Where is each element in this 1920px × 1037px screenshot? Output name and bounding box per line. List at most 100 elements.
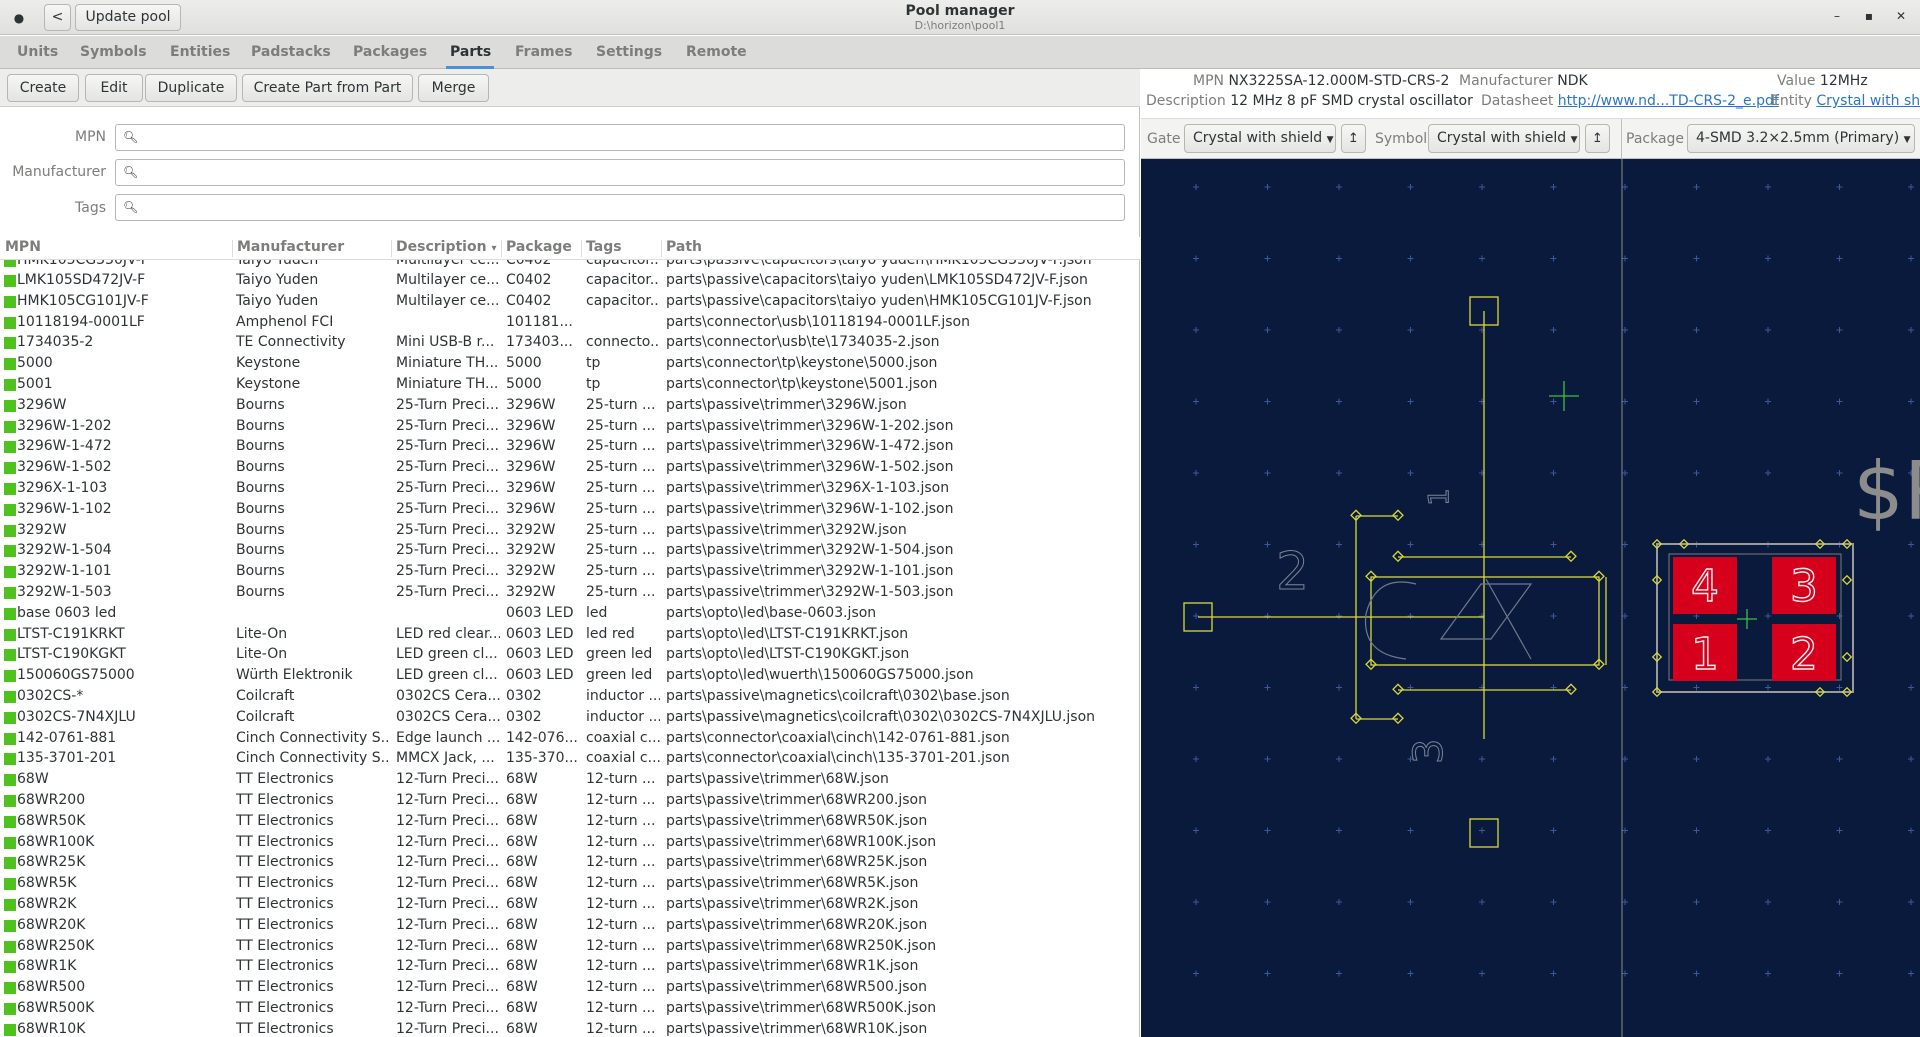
table-row[interactable]: 68WR2K TT Electronics 12-Turn Preci... 68W 1… xyxy=(0,894,1140,915)
table-row[interactable]: 3296W-1-202 Bourns 25-Turn Preci... 3296W 25… xyxy=(0,416,1140,437)
preview-svg[interactable]: 2 3 1 $R 4 3 1 xyxy=(1141,159,1920,1037)
column-header-tags[interactable]: Tags xyxy=(586,239,622,255)
status-indicator xyxy=(4,260,16,267)
table-row[interactable]: LTST-C191KRKT Lite-On LED red clear... 0603… xyxy=(0,624,1140,645)
cell-tags: inductor ... xyxy=(586,708,660,725)
column-header-mpn[interactable]: MPN xyxy=(5,239,41,255)
table-row[interactable]: 3296W-1-472 Bourns 25-Turn Preci... 3296W 25… xyxy=(0,436,1140,457)
table-row[interactable]: 68WR10K TT Electronics 12-Turn Preci... 68W… xyxy=(0,1019,1140,1037)
tags-search-input[interactable]: 🔍︎ xyxy=(115,194,1125,221)
cell-description: Mini USB-B r... xyxy=(396,334,495,351)
table-row[interactable]: LTST-C190KGKT Lite-On LED green cl... 0603 … xyxy=(0,644,1140,665)
table-row[interactable]: 3296W Bourns 25-Turn Preci... 3296W 25-turn … xyxy=(0,395,1140,416)
entity-link[interactable]: Crystal with sh xyxy=(1816,93,1920,109)
duplicate-button[interactable]: Duplicate xyxy=(145,74,237,102)
datasheet-link[interactable]: http://www.nd...TD-CRS-2_e.pdf xyxy=(1558,93,1779,109)
tab-parts[interactable]: Parts xyxy=(450,44,491,60)
table-row[interactable]: 142-0761-881 Cinch Connectivity S... Edge … xyxy=(0,728,1140,749)
cell-package: 68W xyxy=(506,854,538,871)
table-row[interactable]: 5001 Keystone Miniature TH... 5000 tp parts\c… xyxy=(0,374,1140,395)
table-row[interactable]: 0302CS-* Coilcraft 0302CS Cera... 0302 induc… xyxy=(0,686,1140,707)
merge-button[interactable]: Merge xyxy=(418,74,489,102)
gate-select[interactable]: Crystal with shield ▼ xyxy=(1184,124,1336,153)
column-header-package[interactable]: Package xyxy=(506,239,572,255)
symbol-swap-button[interactable]: ↥ xyxy=(1585,124,1610,153)
cell-package: 5000 xyxy=(506,376,542,392)
cell-manufacturer: TT Electronics xyxy=(236,875,334,892)
cell-description: 12-Turn Preci... xyxy=(396,854,499,871)
table-row[interactable]: 68W TT Electronics 12-Turn Preci... 68W 12-t… xyxy=(0,769,1140,790)
minimize-icon[interactable]: – xyxy=(1828,9,1846,23)
column-header-manufacturer[interactable]: Manufacturer xyxy=(237,239,344,255)
table-row[interactable]: 68WR50K TT Electronics 12-Turn Preci... 68W… xyxy=(0,811,1140,832)
table-row[interactable]: base 0603 led 0603 LED led parts\opto\led\b… xyxy=(0,603,1140,624)
symbol-select[interactable]: Crystal with shield ▼ xyxy=(1428,124,1580,153)
datasheet-info: Datasheet http://www.nd...TD-CRS-2_e.pdf xyxy=(1481,93,1779,109)
cell-tags: 25-turn ... xyxy=(586,396,656,413)
cell-description: 0302CS Cera... xyxy=(396,688,500,704)
table-row[interactable]: HMK105CG101JV-F Taiyo Yuden Multilayer ce.… xyxy=(0,291,1140,312)
column-header-description[interactable]: Description ▾ xyxy=(396,239,496,255)
gate-swap-button[interactable]: ↥ xyxy=(1341,124,1366,153)
cell-mpn: 68WR500K xyxy=(17,1000,95,1016)
close-icon[interactable]: ✕ xyxy=(1892,9,1910,23)
package-select[interactable]: 4-SMD 3.2×2.5mm (Primary) ▼ xyxy=(1687,124,1915,153)
create-button[interactable]: Create xyxy=(7,74,79,102)
table-row[interactable]: 68WR25K TT Electronics 12-Turn Preci... 68W… xyxy=(0,852,1140,873)
tab-frames[interactable]: Frames xyxy=(515,44,572,60)
cell-mpn: 3296X-1-103 xyxy=(17,480,108,496)
cell-path: parts\passive\trimmer\68WR500.json xyxy=(666,979,927,996)
tab-packages[interactable]: Packages xyxy=(353,44,427,60)
tab-entities[interactable]: Entities xyxy=(170,44,230,60)
table-row[interactable]: 68WR1K TT Electronics 12-Turn Preci... 68W 1… xyxy=(0,956,1140,977)
create-part-from-part-button[interactable]: Create Part from Part xyxy=(242,74,413,102)
cell-tags: capacitor... xyxy=(586,292,660,309)
tags-filter-label: Tags xyxy=(75,200,106,216)
table-row[interactable]: 5000 Keystone Miniature TH... 5000 tp parts\c… xyxy=(0,353,1140,374)
cell-package: 173403... xyxy=(506,334,573,351)
table-row[interactable]: 68WR20K TT Electronics 12-Turn Preci... 68W… xyxy=(0,915,1140,936)
cell-mpn: 0302CS-7N4XJLU xyxy=(17,708,136,725)
cell-mpn: 68WR20K xyxy=(17,916,86,933)
status-indicator xyxy=(4,857,16,870)
tab-remote[interactable]: Remote xyxy=(686,44,747,60)
table-row[interactable]: 3292W-1-503 Bourns 25-Turn Preci... 3292W 25… xyxy=(0,582,1140,603)
manufacturer-search-input[interactable]: 🔍︎ xyxy=(115,159,1125,186)
table-row[interactable]: 0302CS-7N4XJLU Coilcraft 0302CS Cera... 030… xyxy=(0,707,1140,728)
table-row[interactable]: 3292W-1-504 Bourns 25-Turn Preci... 3292W 25… xyxy=(0,540,1140,561)
value-info: Value 12MHz xyxy=(1777,73,1868,89)
table-row[interactable]: 68WR100K TT Electronics 12-Turn Preci... 68… xyxy=(0,832,1140,853)
table-row[interactable]: 150060GS75000 Würth Elektronik LED green c… xyxy=(0,665,1140,686)
cell-mpn: LTST-C191KRKT xyxy=(17,625,125,642)
table-row[interactable]: 68WR250K TT Electronics 12-Turn Preci... 68… xyxy=(0,936,1140,957)
table-row[interactable]: 68WR500 TT Electronics 12-Turn Preci... 68W… xyxy=(0,977,1140,998)
column-header-path[interactable]: Path xyxy=(666,239,702,255)
table-row[interactable]: 1734035-2 TE Connectivity Mini USB-B r... 1… xyxy=(0,332,1140,353)
tab-padstacks[interactable]: Padstacks xyxy=(251,44,331,60)
table-row[interactable]: 135-3701-201 Cinch Connectivity S... MMCX … xyxy=(0,748,1140,769)
cell-tags: 12-turn ... xyxy=(586,875,656,892)
table-row[interactable]: LMK105SD472JV-F Taiyo Yuden Multilayer ce.… xyxy=(0,270,1140,291)
table-row[interactable]: 3296X-1-103 Bourns 25-Turn Preci... 3296W 25… xyxy=(0,478,1140,499)
preview-canvas[interactable]: 2 3 1 $R 4 3 1 xyxy=(1141,159,1920,1037)
status-indicator xyxy=(4,940,16,953)
cell-manufacturer: Coilcraft xyxy=(236,708,295,725)
cell-mpn: 68WR50K xyxy=(17,812,86,829)
cell-description: LED red clear... xyxy=(396,625,500,642)
table-row[interactable]: 3296W-1-502 Bourns 25-Turn Preci... 3296W 25… xyxy=(0,457,1140,478)
table-row[interactable]: 10118194-0001LF Amphenol FCI 101181... part… xyxy=(0,312,1140,333)
tab-symbols[interactable]: Symbols xyxy=(80,44,147,60)
maximize-icon[interactable]: ▪ xyxy=(1860,9,1878,23)
table-row[interactable]: 3296W-1-102 Bourns 25-Turn Preci... 3296W 25… xyxy=(0,499,1140,520)
tab-settings[interactable]: Settings xyxy=(596,44,662,60)
table-row[interactable]: 68WR500K TT Electronics 12-Turn Preci... 68… xyxy=(0,998,1140,1019)
mpn-search-input[interactable]: 🔍︎ xyxy=(115,124,1125,151)
table-row[interactable]: 68WR200 TT Electronics 12-Turn Preci... 68W… xyxy=(0,790,1140,811)
cell-description: 25-Turn Preci... xyxy=(396,584,499,600)
tab-units[interactable]: Units xyxy=(17,44,58,60)
table-row[interactable]: 68WR5K TT Electronics 12-Turn Preci... 68W 1… xyxy=(0,873,1140,894)
table-row[interactable]: 3292W-1-101 Bourns 25-Turn Preci... 3292W 25… xyxy=(0,561,1140,582)
edit-button[interactable]: Edit xyxy=(85,74,143,102)
cell-mpn: 3292W-1-504 xyxy=(17,542,112,559)
table-row[interactable]: 3292W Bourns 25-Turn Preci... 3292W 25-turn … xyxy=(0,520,1140,541)
